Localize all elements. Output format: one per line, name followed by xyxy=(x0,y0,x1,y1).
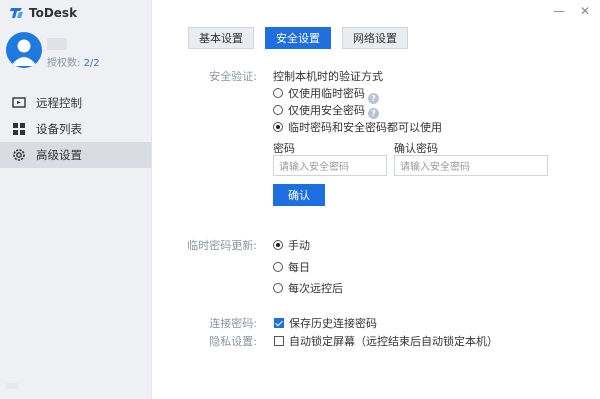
sidebar-item-remote-control[interactable]: 远程控制 xyxy=(0,90,151,116)
radio-temp-password-only[interactable] xyxy=(273,88,283,98)
tab-basic-settings[interactable]: 基本设置 xyxy=(188,27,254,49)
password-input[interactable]: 请输入安全密码 xyxy=(273,155,387,176)
close-button[interactable]: ✕ xyxy=(578,4,592,18)
help-icon[interactable]: ? xyxy=(368,93,379,104)
option-both-passwords[interactable]: 临时密码和安全密码都可以使用 xyxy=(273,119,442,135)
todesk-logo-icon xyxy=(10,6,24,20)
license-info: 授权数: 2/2 xyxy=(47,54,100,69)
option-label: 自动锁定屏幕（远控结束后自动锁定本机） xyxy=(289,335,498,348)
option-label: 仅使用临时密码 xyxy=(288,87,365,100)
sidebar: ToDesk 授权数: 2/2 远程控制 设备列表 高级设置 xyxy=(0,0,152,399)
tab-security-settings[interactable]: 安全设置 xyxy=(265,27,331,49)
option-auto-lock-screen[interactable]: 自动锁定屏幕（远控结束后自动锁定本机） xyxy=(274,333,498,349)
option-update-after-remote[interactable]: 每次远控后 xyxy=(273,280,343,296)
security-verification-label: 安全验证: xyxy=(209,70,257,83)
license-value: 2/2 xyxy=(83,58,100,69)
radio-update-after-remote[interactable] xyxy=(273,283,283,293)
gear-icon xyxy=(12,148,26,162)
radio-security-password-only[interactable] xyxy=(273,105,283,115)
radio-update-daily[interactable] xyxy=(273,262,283,272)
sidebar-item-advanced-settings[interactable]: 高级设置 xyxy=(0,142,151,168)
password-label: 密码 xyxy=(273,142,295,155)
confirm-button[interactable]: 确认 xyxy=(273,184,325,206)
grid-icon xyxy=(12,122,26,136)
footer-redacted xyxy=(6,383,18,389)
checkbox-auto-lock-screen[interactable] xyxy=(274,336,284,346)
sidebar-item-label: 高级设置 xyxy=(36,148,82,162)
tab-network-settings[interactable]: 网络设置 xyxy=(342,27,408,49)
radio-update-manual[interactable] xyxy=(273,240,283,250)
radio-both-passwords[interactable] xyxy=(273,122,283,132)
minimize-button[interactable]: — xyxy=(552,4,566,18)
checkbox-save-connection-history[interactable] xyxy=(274,318,284,328)
settings-tabs: 基本设置 安全设置 网络设置 xyxy=(188,27,408,49)
sidebar-item-device-list[interactable]: 设备列表 xyxy=(0,116,151,142)
username-redacted xyxy=(47,38,67,50)
brand: ToDesk xyxy=(10,6,77,20)
main-panel: — ✕ 基本设置 安全设置 网络设置 安全验证: 控制本机时的验证方式 仅使用临… xyxy=(152,0,600,399)
sidebar-nav: 远程控制 设备列表 高级设置 xyxy=(0,90,151,168)
option-update-manual[interactable]: 手动 xyxy=(273,237,310,253)
option-update-daily[interactable]: 每日 xyxy=(273,259,310,275)
app-name: ToDesk xyxy=(29,6,78,20)
connection-password-label: 连接密码: xyxy=(209,317,257,330)
confirm-password-input[interactable]: 请输入安全密码 xyxy=(394,155,548,176)
privacy-settings-label: 隐私设置: xyxy=(209,335,257,348)
option-label: 仅使用安全密码 xyxy=(288,104,365,117)
option-label: 手动 xyxy=(288,239,310,252)
verification-method-desc: 控制本机时的验证方式 xyxy=(273,70,383,83)
avatar[interactable] xyxy=(6,32,42,68)
option-label: 保存历史连接密码 xyxy=(289,317,377,330)
monitor-icon xyxy=(12,96,26,110)
temp-password-update-label: 临时密码更新: xyxy=(187,239,257,252)
sidebar-item-label: 远程控制 xyxy=(36,96,82,110)
license-label: 授权数: xyxy=(47,58,81,69)
confirm-password-label: 确认密码 xyxy=(394,142,438,155)
option-label: 每次远控后 xyxy=(288,282,343,295)
option-label: 每日 xyxy=(288,261,310,274)
help-icon[interactable]: ? xyxy=(368,108,379,119)
window-controls: — ✕ xyxy=(552,4,592,18)
sidebar-item-label: 设备列表 xyxy=(36,122,82,136)
option-label: 临时密码和安全密码都可以使用 xyxy=(288,121,442,134)
option-security-password-only[interactable]: 仅使用安全密码 xyxy=(273,102,365,118)
option-temp-password-only[interactable]: 仅使用临时密码 xyxy=(273,85,365,101)
option-save-connection-history[interactable]: 保存历史连接密码 xyxy=(274,315,377,331)
